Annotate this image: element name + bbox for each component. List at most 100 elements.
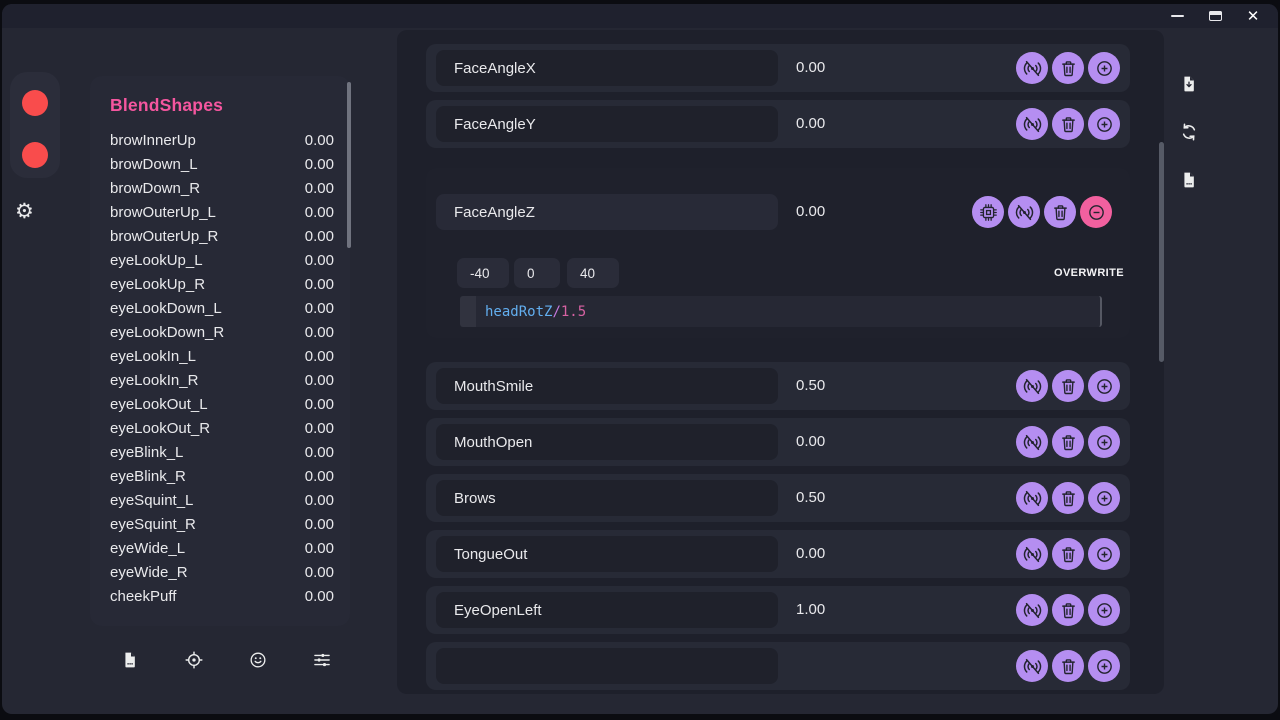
trash-button[interactable] bbox=[1052, 52, 1084, 84]
blendshapes-title: BlendShapes bbox=[90, 76, 350, 117]
blendshapes-scrollbar[interactable] bbox=[347, 82, 351, 248]
parameter-name-field[interactable]: FaceAngleX bbox=[436, 50, 778, 86]
minimize-button[interactable] bbox=[1158, 4, 1196, 28]
plus-circle-button[interactable] bbox=[1088, 370, 1120, 402]
blendshape-value: 0.00 bbox=[305, 420, 334, 437]
chip-button[interactable] bbox=[972, 196, 1004, 228]
parameter-name: EyeOpenLeft bbox=[454, 602, 542, 619]
blendshape-row: eyeLookDown_L0.00 bbox=[90, 296, 350, 320]
range-mid-field[interactable]: 0 bbox=[514, 258, 560, 288]
parameter-name-field[interactable]: FaceAngleY bbox=[436, 106, 778, 142]
parameter-name-field[interactable]: EyeOpenLeft bbox=[436, 592, 778, 628]
blendshape-name: eyeLookUp_L bbox=[110, 252, 305, 269]
plus-circle-button[interactable] bbox=[1088, 594, 1120, 626]
plus-circle-button[interactable] bbox=[1088, 426, 1120, 458]
trash-button[interactable] bbox=[1052, 538, 1084, 570]
trash-icon bbox=[1050, 202, 1071, 223]
file-text-button[interactable] bbox=[1177, 168, 1201, 192]
signal-off-icon bbox=[1022, 656, 1043, 677]
parameter-name-field[interactable]: TongueOut bbox=[436, 536, 778, 572]
plus-circle-icon bbox=[1094, 656, 1115, 677]
blendshape-name: eyeLookOut_L bbox=[110, 396, 305, 413]
signal-off-button[interactable] bbox=[1016, 52, 1048, 84]
trash-button[interactable] bbox=[1052, 108, 1084, 140]
file-text-button[interactable] bbox=[118, 648, 142, 672]
signal-off-button[interactable] bbox=[1016, 650, 1048, 682]
trash-button[interactable] bbox=[1052, 482, 1084, 514]
trash-button[interactable] bbox=[1052, 426, 1084, 458]
refresh-button[interactable] bbox=[1177, 120, 1201, 144]
parameter-value: 0.50 bbox=[796, 474, 825, 522]
plus-circle-button[interactable] bbox=[1088, 538, 1120, 570]
titlebar[interactable]: ✕ bbox=[2, 4, 1278, 28]
signal-off-button[interactable] bbox=[1016, 426, 1048, 458]
trash-icon bbox=[1058, 114, 1079, 135]
row-button-group bbox=[1016, 108, 1120, 140]
blendshape-row: cheekPuff0.00 bbox=[90, 584, 350, 608]
blendshape-row: eyeLookOut_R0.00 bbox=[90, 416, 350, 440]
range-min-field[interactable]: -40 bbox=[457, 258, 509, 288]
blendshape-value: 0.00 bbox=[305, 204, 334, 221]
main-scrollbar[interactable] bbox=[1159, 142, 1164, 362]
settings-gear-icon[interactable]: ⚙ bbox=[15, 199, 34, 223]
overwrite-toggle[interactable]: OVERWRITE bbox=[1054, 258, 1124, 288]
minus-circle-button[interactable] bbox=[1080, 196, 1112, 228]
signal-off-button[interactable] bbox=[1016, 108, 1048, 140]
plus-circle-icon bbox=[1094, 488, 1115, 509]
maximize-button[interactable] bbox=[1196, 4, 1234, 28]
parameter-name-field[interactable]: MouthSmile bbox=[436, 368, 778, 404]
parameter-row: FaceAngleY0.00 bbox=[426, 100, 1130, 148]
blendshape-row: eyeWide_R0.00 bbox=[90, 560, 350, 584]
target-button[interactable] bbox=[182, 648, 206, 672]
trash-icon bbox=[1058, 600, 1079, 621]
blendshape-value: 0.00 bbox=[305, 372, 334, 389]
blendshape-row: eyeWide_L0.00 bbox=[90, 536, 350, 560]
parameter-name-field[interactable]: MouthOpen bbox=[436, 424, 778, 460]
blendshape-value: 0.00 bbox=[305, 540, 334, 557]
signal-off-button[interactable] bbox=[1016, 538, 1048, 570]
row-button-group bbox=[1016, 538, 1120, 570]
blendshape-name: browInnerUp bbox=[110, 132, 305, 149]
plus-circle-icon bbox=[1094, 544, 1115, 565]
blendshape-row: eyeLookUp_L0.00 bbox=[90, 248, 350, 272]
signal-off-button[interactable] bbox=[1016, 482, 1048, 514]
expression-drag-handle[interactable] bbox=[460, 296, 476, 327]
chip-icon bbox=[978, 202, 999, 223]
plus-circle-button[interactable] bbox=[1088, 52, 1120, 84]
plus-circle-button[interactable] bbox=[1088, 482, 1120, 514]
signal-off-button[interactable] bbox=[1016, 370, 1048, 402]
parameter-name-field[interactable]: Brows bbox=[436, 480, 778, 516]
signal-off-button[interactable] bbox=[1008, 196, 1040, 228]
smiley-button[interactable] bbox=[246, 648, 270, 672]
blendshapes-panel: BlendShapes browInnerUp0.00browDown_L0.0… bbox=[90, 76, 350, 626]
parameter-name-field[interactable]: FaceAngleZ bbox=[436, 194, 778, 230]
blendshape-value: 0.00 bbox=[305, 228, 334, 245]
parameter-name: TongueOut bbox=[454, 546, 527, 563]
trash-button[interactable] bbox=[1052, 650, 1084, 682]
signal-off-button[interactable] bbox=[1016, 594, 1048, 626]
blendshape-row: browOuterUp_R0.00 bbox=[90, 224, 350, 248]
blendshape-value: 0.00 bbox=[305, 564, 334, 581]
close-button[interactable]: ✕ bbox=[1234, 4, 1272, 28]
trash-button[interactable] bbox=[1052, 594, 1084, 626]
parameter-name: Brows bbox=[454, 490, 496, 507]
signal-off-icon bbox=[1022, 600, 1043, 621]
expression-input[interactable]: headRotZ/1.5 bbox=[460, 296, 1102, 327]
blendshape-row: eyeSquint_R0.00 bbox=[90, 512, 350, 536]
parameter-name-field[interactable] bbox=[436, 648, 778, 684]
tune-button[interactable] bbox=[310, 648, 334, 672]
blendshape-name: eyeBlink_R bbox=[110, 468, 305, 485]
plus-circle-icon bbox=[1094, 600, 1115, 621]
blendshape-row: eyeLookIn_L0.00 bbox=[90, 344, 350, 368]
range-max-field[interactable]: 40 bbox=[567, 258, 619, 288]
expression-token: / bbox=[552, 304, 560, 320]
parameter-rows-container: FaceAngleX0.00FaceAngleY0.00FaceAngleZ0.… bbox=[397, 30, 1164, 694]
file-download-button[interactable] bbox=[1177, 72, 1201, 96]
signal-off-icon bbox=[1014, 202, 1035, 223]
plus-circle-button[interactable] bbox=[1088, 650, 1120, 682]
trash-button[interactable] bbox=[1044, 196, 1076, 228]
row-button-group bbox=[1016, 594, 1120, 626]
row-button-group bbox=[1016, 52, 1120, 84]
plus-circle-button[interactable] bbox=[1088, 108, 1120, 140]
trash-button[interactable] bbox=[1052, 370, 1084, 402]
